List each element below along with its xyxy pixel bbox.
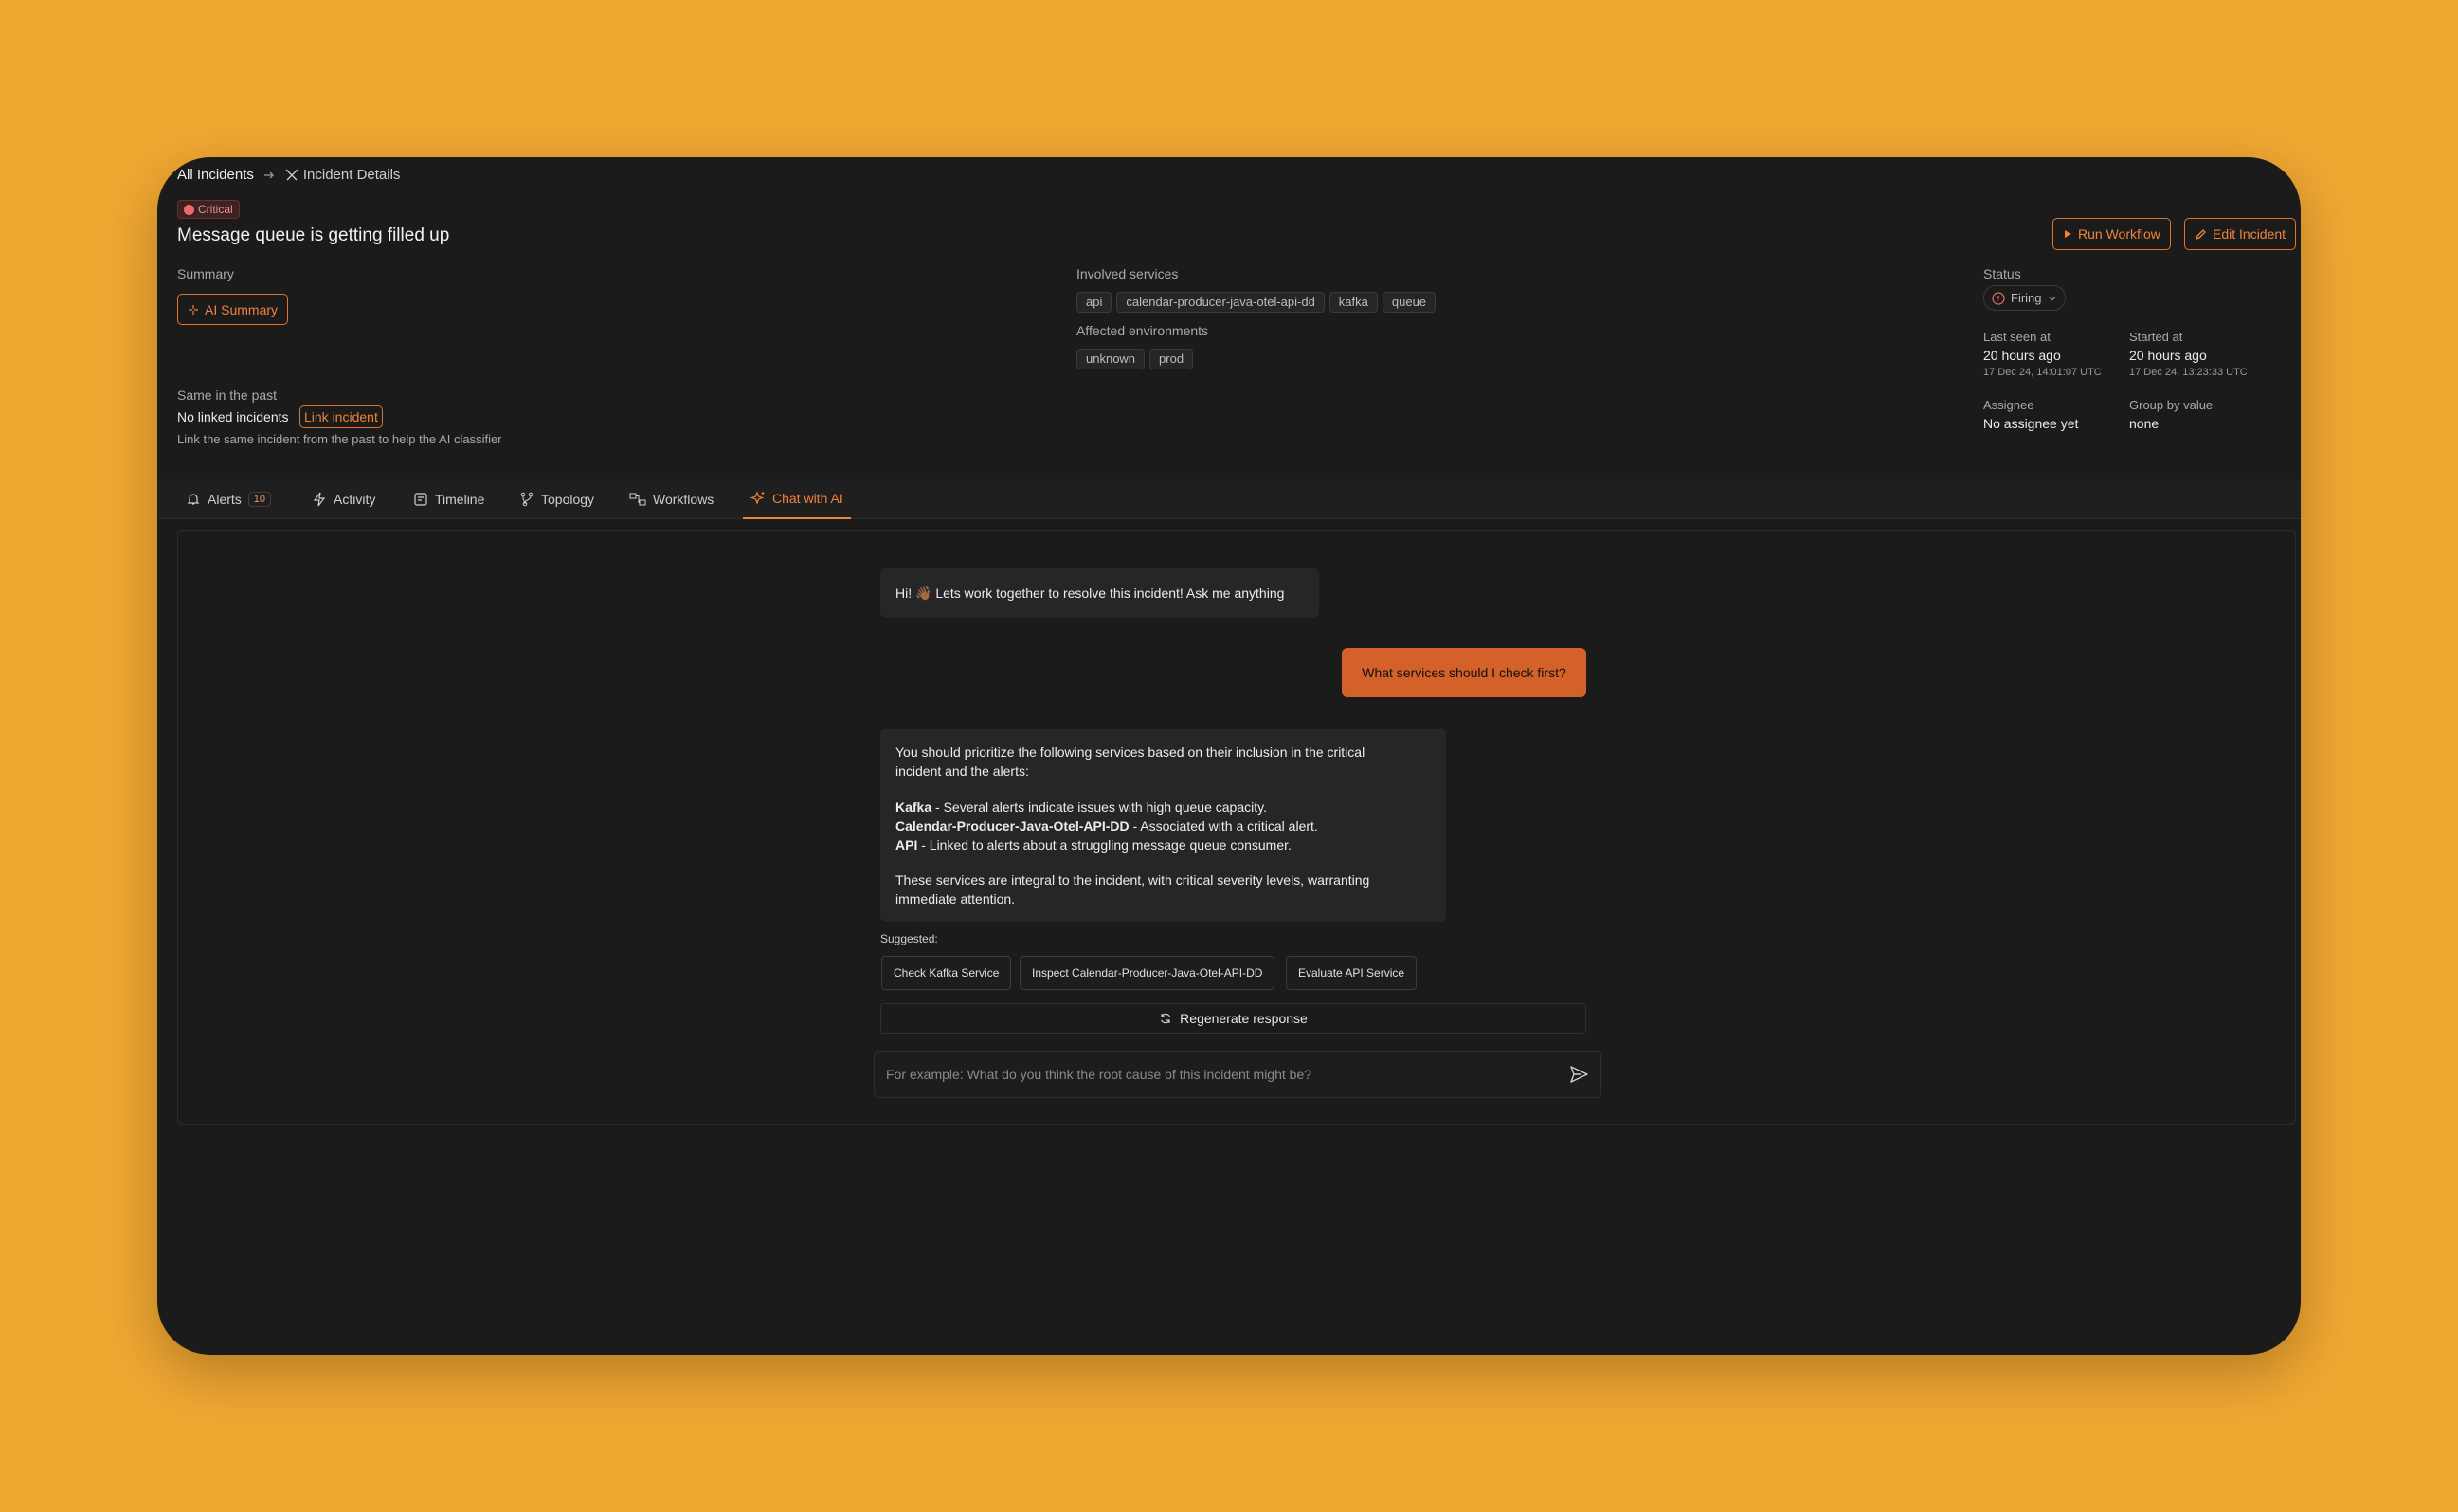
user-message-bubble: What services should I check first? — [1342, 648, 1586, 697]
environments-label: Affected environments — [1076, 323, 1209, 338]
past-value: No linked incidents — [177, 409, 289, 424]
suggestion-evaluate-api[interactable]: Evaluate API Service — [1286, 956, 1418, 990]
bell-icon — [186, 492, 201, 507]
tab-alerts-label: Alerts — [208, 492, 242, 507]
service-tag: queue — [1382, 292, 1437, 313]
alert-circle-icon — [184, 204, 194, 215]
pencil-icon — [2195, 228, 2207, 241]
started-label: Started at — [2129, 330, 2183, 344]
assignee-label: Assignee — [1983, 398, 2034, 412]
service-note: - Associated with a critical alert. — [1129, 819, 1318, 834]
status-label: Status — [1983, 266, 2021, 281]
service-name: Kafka — [895, 800, 932, 815]
service-name: API — [895, 837, 918, 853]
edit-incident-label: Edit Incident — [2213, 226, 2286, 242]
regenerate-button[interactable]: Regenerate response — [880, 1003, 1586, 1034]
service-note: - Linked to alerts about a struggling me… — [917, 837, 1292, 853]
breadcrumb-all-incidents[interactable]: All Incidents — [177, 167, 254, 183]
ai-greeting-bubble: Hi! 👋🏾 Lets work together to resolve thi… — [880, 568, 1319, 618]
service-tag: api — [1076, 292, 1112, 313]
chevron-down-icon — [2048, 294, 2057, 303]
refresh-icon — [1159, 1012, 1172, 1025]
environment-tag: prod — [1149, 349, 1194, 369]
alert-circle-icon — [1992, 291, 2005, 305]
status-value: Firing — [2011, 291, 2042, 305]
ai-response-bubble: You should prioritize the following serv… — [880, 729, 1446, 922]
suggestion-check-kafka[interactable]: Check Kafka Service — [881, 956, 1012, 990]
environment-tag: unknown — [1076, 349, 1146, 369]
tab-topology-label: Topology — [541, 492, 595, 507]
arrow-right-icon — [263, 170, 275, 181]
sparkles-icon — [188, 304, 199, 315]
app-window: All Incidents Incident Details Critical … — [157, 157, 2301, 1355]
tabs-bar: Alerts 10 Activity Timeline Topology Wor… — [157, 479, 2301, 519]
suggested-label: Suggested: — [880, 932, 938, 945]
group-by-value: none — [2129, 416, 2160, 431]
timeline-icon — [413, 492, 428, 507]
started-relative: 20 hours ago — [2129, 348, 2207, 363]
topology-icon — [519, 492, 534, 507]
run-workflow-label: Run Workflow — [2078, 226, 2160, 242]
play-icon — [2063, 229, 2072, 239]
last-seen-relative: 20 hours ago — [1983, 348, 2061, 363]
tab-timeline-label: Timeline — [435, 492, 485, 507]
assignee-value: No assignee yet — [1983, 416, 2079, 431]
regenerate-label: Regenerate response — [1180, 1011, 1308, 1026]
tab-activity-label: Activity — [334, 492, 376, 507]
service-note: - Several alerts indicate issues with hi… — [931, 800, 1267, 815]
tab-activity[interactable]: Activity — [312, 479, 375, 519]
edit-incident-button[interactable]: Edit Incident — [2184, 218, 2297, 250]
status-dropdown[interactable]: Firing — [1983, 285, 2066, 311]
tab-timeline[interactable]: Timeline — [413, 479, 484, 519]
breadcrumb-current: Incident Details — [302, 167, 401, 183]
response-intro-line: You should prioritize the following serv… — [895, 745, 1365, 760]
response-item-api: API - Linked to alerts about a strugglin… — [895, 836, 1431, 855]
alerts-count-badge: 10 — [247, 492, 272, 507]
send-icon[interactable] — [1568, 1064, 1589, 1085]
swords-icon — [284, 168, 299, 183]
environments-list: unknown prod — [1076, 349, 1198, 369]
response-item-kafka: Kafka - Several alerts indicate issues w… — [895, 798, 1431, 817]
service-tag: kafka — [1328, 292, 1378, 313]
response-outro-line: These services are integral to the incid… — [895, 873, 1370, 888]
link-incident-button[interactable]: Link incident — [299, 405, 383, 428]
group-by-label: Group by value — [2129, 398, 2214, 412]
tab-topology[interactable]: Topology — [519, 479, 594, 519]
service-name: Calendar-Producer-Java-Otel-API-DD — [895, 819, 1130, 834]
ai-summary-button[interactable]: AI Summary — [177, 294, 289, 325]
tab-workflows-label: Workflows — [653, 492, 714, 507]
response-outro-line: immediate attention. — [895, 891, 1016, 907]
chat-input[interactable] — [886, 1067, 1568, 1082]
chat-input-container — [874, 1051, 1601, 1098]
last-seen-absolute: 17 Dec 24, 14:01:07 UTC — [1983, 367, 2102, 378]
response-intro-line: incident and the alerts: — [895, 764, 1029, 779]
incident-title: Message queue is getting filled up — [177, 225, 450, 245]
past-hint: Link the same incident from the past to … — [177, 432, 502, 446]
severity-label: Critical — [198, 203, 233, 216]
suggestion-inspect-calendar[interactable]: Inspect Calendar-Producer-Java-Otel-API-… — [1020, 956, 1275, 990]
sparkles-icon — [750, 491, 766, 506]
involved-services-list: api calendar-producer-java-otel-api-dd kaf… — [1076, 292, 1440, 313]
workflow-icon — [629, 492, 646, 507]
ai-summary-label: AI Summary — [205, 301, 279, 317]
bolt-icon — [312, 492, 327, 507]
tab-chat-label: Chat with AI — [772, 491, 843, 506]
last-seen-label: Last seen at — [1983, 330, 2051, 344]
response-item-calendar: Calendar-Producer-Java-Otel-API-DD - Ass… — [895, 817, 1431, 836]
breadcrumb: All Incidents Incident Details — [177, 167, 400, 183]
summary-label: Summary — [177, 266, 234, 281]
tab-workflows[interactable]: Workflows — [629, 479, 714, 519]
past-label: Same in the past — [177, 387, 278, 403]
run-workflow-button[interactable]: Run Workflow — [2052, 218, 2171, 250]
severity-badge: Critical — [177, 200, 240, 219]
started-absolute: 17 Dec 24, 13:23:33 UTC — [2129, 367, 2248, 378]
tab-chat-with-ai[interactable]: Chat with AI — [743, 479, 851, 519]
involved-services-label: Involved services — [1076, 266, 1179, 281]
tab-alerts[interactable]: Alerts 10 — [186, 479, 272, 519]
service-tag: calendar-producer-java-otel-api-dd — [1116, 292, 1325, 313]
